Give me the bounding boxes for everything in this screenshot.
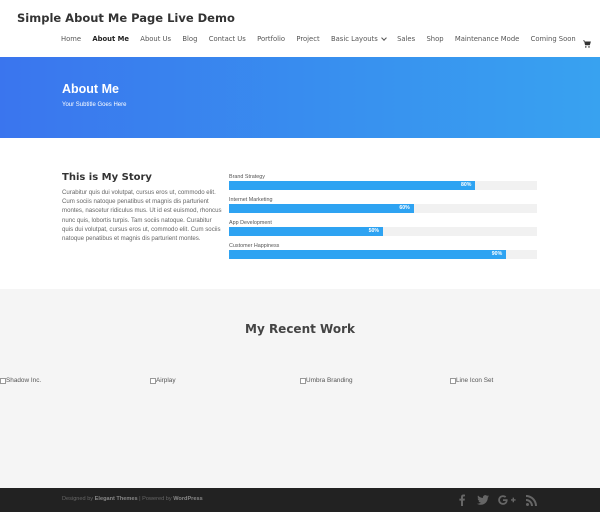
work-item-shadow-inc[interactable]: Shadow Inc. bbox=[0, 377, 41, 384]
skill-track: 60% bbox=[229, 204, 537, 213]
skill-bar: Brand Strategy 80% bbox=[229, 173, 537, 190]
nav-item-sales[interactable]: Sales bbox=[397, 35, 415, 43]
nav-item-about-us[interactable]: About Us bbox=[140, 35, 171, 43]
skill-bar: Internet Marketing 60% bbox=[229, 196, 537, 213]
nav-item-maintenance-mode[interactable]: Maintenance Mode bbox=[455, 35, 519, 43]
elegant-themes-link[interactable]: Elegant Themes bbox=[95, 496, 138, 502]
page-bottom bbox=[0, 512, 600, 528]
google-plus-icon[interactable] bbox=[497, 492, 517, 508]
footer-credits: Designed by Elegant Themes | Powered by … bbox=[62, 496, 203, 502]
skill-track: 90% bbox=[229, 250, 537, 259]
work-item-umbra-branding[interactable]: Umbra Branding bbox=[300, 377, 353, 384]
page-subtitle: Your Subtitle Goes Here bbox=[62, 102, 127, 108]
skill-bars: Brand Strategy 80% Internet Marketing 60… bbox=[229, 173, 537, 265]
nav-item-about-me[interactable]: About Me bbox=[92, 35, 129, 43]
cart-icon[interactable] bbox=[583, 35, 591, 48]
skill-track: 80% bbox=[229, 181, 537, 190]
site-title[interactable]: Simple About Me Page Live Demo bbox=[17, 11, 235, 25]
skill-fill: 50% bbox=[229, 227, 383, 236]
recent-work-section: My Recent Work Shadow Inc. Airplay Umbra… bbox=[0, 289, 600, 488]
skill-bar: App Development 50% bbox=[229, 219, 537, 236]
skill-fill: 80% bbox=[229, 181, 476, 190]
work-item-line-icon-set[interactable]: Line Icon Set bbox=[450, 377, 493, 384]
nav-item-coming-soon[interactable]: Coming Soon bbox=[531, 35, 576, 43]
skill-bar: Customer Happiness 90% bbox=[229, 242, 537, 259]
site-footer: Designed by Elegant Themes | Powered by … bbox=[0, 488, 600, 512]
skill-label: Customer Happiness bbox=[229, 243, 280, 249]
story-title: This is My Story bbox=[62, 172, 152, 183]
skill-track: 50% bbox=[229, 227, 537, 236]
main-nav: Home About Me About Us Blog Contact Us P… bbox=[61, 35, 591, 48]
nav-item-portfolio[interactable]: Portfolio bbox=[257, 35, 285, 43]
site-header: Simple About Me Page Live Demo Home Abou… bbox=[0, 0, 600, 57]
skill-value: 80% bbox=[461, 182, 472, 188]
skill-label: Brand Strategy bbox=[229, 174, 265, 180]
nav-item-project[interactable]: Project bbox=[296, 35, 319, 43]
nav-item-shop[interactable]: Shop bbox=[426, 35, 443, 43]
twitter-icon[interactable] bbox=[476, 492, 490, 508]
chevron-down-icon bbox=[380, 35, 387, 41]
skill-value: 90% bbox=[491, 251, 503, 257]
work-item-airplay[interactable]: Airplay bbox=[150, 377, 176, 384]
rss-icon[interactable] bbox=[525, 492, 538, 508]
facebook-icon[interactable] bbox=[457, 492, 467, 508]
nav-item-home[interactable]: Home bbox=[61, 35, 81, 43]
nav-item-basic-layouts[interactable]: Basic Layouts bbox=[331, 35, 387, 43]
skill-label: Internet Marketing bbox=[229, 197, 273, 203]
nav-item-contact-us[interactable]: Contact Us bbox=[209, 35, 246, 43]
page-title: About Me bbox=[62, 82, 119, 96]
story-text: Curabitur quis dui volutpat, cursus eros… bbox=[62, 189, 222, 243]
wordpress-link[interactable]: WordPress bbox=[173, 496, 202, 502]
skill-value: 50% bbox=[368, 228, 379, 234]
recent-work-title: My Recent Work bbox=[245, 322, 355, 336]
skill-fill: 90% bbox=[229, 250, 507, 259]
skill-label: App Development bbox=[229, 220, 272, 226]
hero-banner: About Me Your Subtitle Goes Here bbox=[0, 57, 600, 138]
skill-value: 60% bbox=[399, 205, 410, 211]
skill-fill: 60% bbox=[229, 204, 414, 213]
nav-item-blog[interactable]: Blog bbox=[182, 35, 197, 43]
